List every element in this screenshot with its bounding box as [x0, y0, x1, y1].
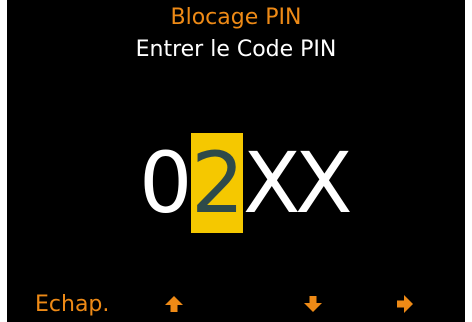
pin-code-field[interactable]: 0 2 X X: [139, 133, 353, 233]
device-screen: Blocage PIN Entrer le Code PIN 0 2 X X E…: [7, 0, 465, 322]
screen-title: Blocage PIN: [170, 5, 302, 30]
arrow-right-icon[interactable]: [395, 294, 415, 314]
arrow-down-icon[interactable]: [303, 294, 323, 314]
escape-softkey[interactable]: Echap.: [35, 290, 109, 320]
screen-subtitle: Entrer le Code PIN: [135, 37, 337, 62]
pin-digit-2-selected[interactable]: 2: [191, 133, 244, 233]
softkey-bar: Echap.: [7, 290, 465, 322]
arrow-up-icon[interactable]: [164, 294, 184, 314]
pin-digit-4[interactable]: X: [295, 133, 353, 233]
pin-digit-3[interactable]: X: [243, 133, 301, 233]
pin-digit-1[interactable]: 0: [139, 133, 192, 233]
